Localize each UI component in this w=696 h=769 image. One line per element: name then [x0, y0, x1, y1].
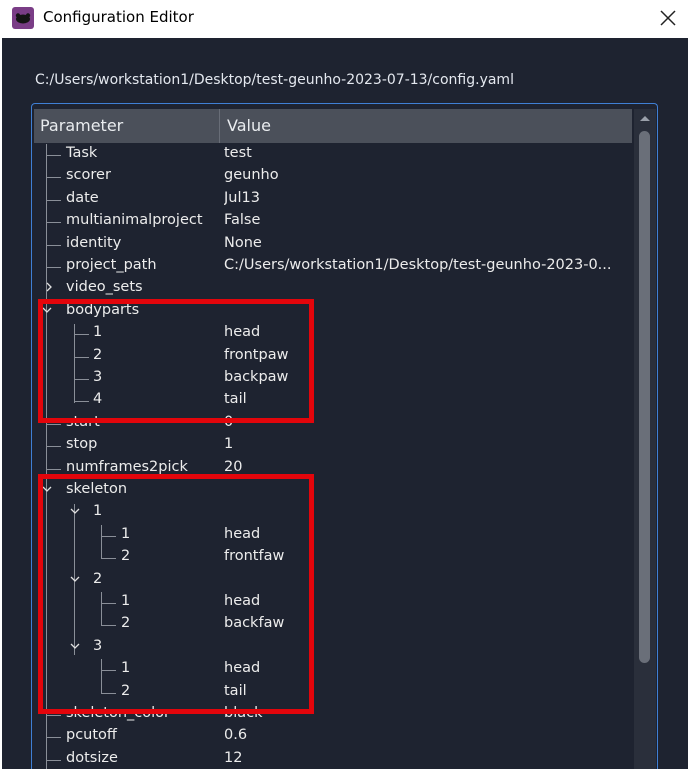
branch-tick [46, 267, 61, 268]
header-value[interactable]: Value [221, 109, 632, 143]
branch-tick [46, 199, 61, 201]
value-label: 1 [224, 436, 234, 453]
header-parameter[interactable]: Parameter [34, 109, 220, 143]
tree-row-project-path[interactable]: project_path C:/Users/workstation1/Deskt… [34, 256, 632, 278]
value-label: geunho [224, 167, 279, 184]
highlight-box-skeleton [38, 474, 314, 714]
chevron-right-icon[interactable] [42, 280, 56, 294]
tree-row-stop[interactable]: stop 1 [34, 435, 632, 457]
param-label: date [66, 189, 99, 206]
param-label: video_sets [66, 279, 143, 296]
value-label: None [224, 234, 262, 251]
branch-tick [46, 737, 61, 739]
param-label: scorer [66, 167, 111, 184]
param-label: pcutoff [66, 727, 117, 744]
close-button[interactable] [648, 0, 696, 36]
tree-row-multianimalproject[interactable]: multianimalproject False [34, 211, 632, 233]
branch-tick [46, 177, 61, 179]
branch-tick [46, 244, 61, 246]
vertical-scrollbar[interactable] [634, 109, 656, 769]
tree-row-dotsize[interactable]: dotsize 12 [34, 749, 632, 769]
tree-row-video-sets[interactable]: video_sets [34, 278, 632, 300]
branch-tick [46, 446, 61, 448]
value-label: test [224, 145, 252, 161]
param-label: dotsize [66, 749, 118, 766]
value-label: 0.6 [224, 727, 248, 744]
window-title: Configuration Editor [43, 8, 194, 26]
tree-row-task[interactable]: Task test [34, 144, 632, 166]
param-label: Task [66, 145, 98, 161]
param-label: project_path [66, 257, 157, 273]
value-label: 20 [224, 458, 243, 475]
branch-tick [46, 155, 61, 156]
value-label: Jul13 [224, 189, 260, 206]
branch-tick [46, 468, 61, 470]
param-label: multianimalproject [66, 212, 203, 229]
close-icon [660, 10, 676, 26]
branch-tick [46, 759, 61, 761]
param-label: stop [66, 436, 98, 453]
branch-tick [46, 423, 61, 425]
branch-tick [46, 715, 61, 716]
param-label: identity [66, 234, 122, 251]
value-label: False [224, 212, 261, 229]
tree-row-identity[interactable]: identity None [34, 234, 632, 256]
tree-header: Parameter Value [34, 109, 632, 143]
param-label: numframes2pick [66, 458, 188, 475]
highlight-box-bodyparts [38, 299, 314, 423]
value-label: C:/Users/workstation1/Desktop/test-geunh… [224, 257, 612, 273]
tree-row-pcutoff[interactable]: pcutoff 0.6 [34, 726, 632, 748]
branch-tick [46, 222, 61, 224]
window-edge [688, 38, 696, 769]
scroll-up-arrow-icon[interactable] [638, 113, 652, 123]
deeplabcut-mouse-icon [12, 7, 34, 29]
value-label: 12 [224, 749, 243, 766]
tree-row-date[interactable]: date Jul13 [34, 189, 632, 211]
title-bar: Configuration Editor [0, 0, 696, 38]
scrollbar-thumb[interactable] [639, 131, 650, 663]
tree-row-scorer[interactable]: scorer geunho [34, 166, 632, 188]
config-path-label: C:/Users/workstation1/Desktop/test-geunh… [35, 72, 514, 88]
